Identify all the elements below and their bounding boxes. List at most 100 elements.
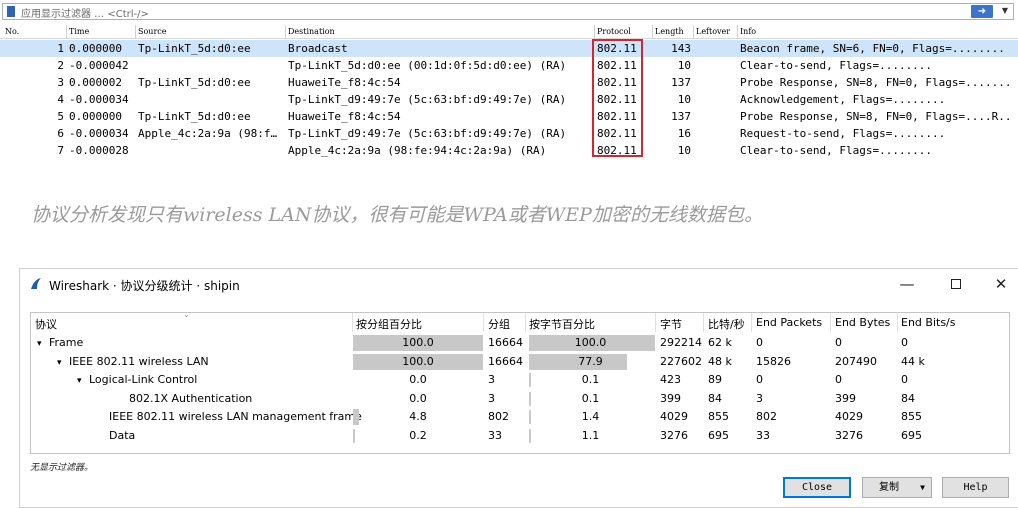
packet-length: 10 [677, 144, 691, 157]
packet-destination: Tp-LinkT_5d:d0:ee (00:1d:0f:5d:d0:ee) (R… [288, 59, 567, 72]
dialog-titlebar[interactable]: Wireshark · 协议分级统计 · shipin — ✕ [20, 269, 1018, 299]
protocol-table-header: 协议 ⌄ 按分组百分比 分组 按字节百分比 字节 比特/秒 End Packet… [31, 310, 1009, 332]
col-header-pct-packets[interactable]: 按分组百分比 [356, 316, 422, 332]
maximize-button[interactable] [941, 274, 971, 294]
bookmark-icon[interactable] [7, 6, 15, 17]
bits-per-sec-value: 695 [708, 428, 729, 442]
packet-row[interactable]: 7 -0.000028 Apple_4c:2a:9a (98:fe:94:4c:2a… [0, 142, 1018, 159]
packet-destination: Tp-LinkT_d9:49:7e (5c:63:bf:d9:49:7e) (R… [288, 127, 567, 140]
end-packets-value: 0 [756, 336, 763, 349]
minimize-button[interactable]: — [892, 274, 922, 294]
packet-no: 4 [57, 93, 64, 106]
packet-info: Probe Response, SN=8, FN=0, Flags=......… [740, 76, 1012, 89]
col-header-info[interactable]: Info [740, 27, 756, 36]
col-header-protocol-name[interactable]: 协议 [35, 316, 57, 332]
packet-row[interactable]: 6 -0.000034 Apple_4c:2a:9a (98:f… Tp-LinkT_… [0, 125, 1018, 142]
col-header-end-packets[interactable]: End Packets [756, 316, 822, 329]
packet-no: 2 [57, 59, 64, 72]
packet-no: 1 [57, 42, 64, 55]
end-bits-value: 695 [901, 428, 922, 442]
col-header-protocol[interactable]: Protocol [597, 27, 631, 36]
packet-row[interactable]: 4 -0.000034 Tp-LinkT_d9:49:7e (5c:63:bf:d9… [0, 91, 1018, 108]
pct-packets-value: 0.0 [409, 373, 427, 386]
help-button[interactable]: Help [942, 477, 1009, 498]
pct-bytes-value: 0.1 [581, 373, 600, 386]
copy-button-label: 复制 [879, 482, 899, 493]
col-header-source[interactable]: Source [138, 27, 167, 36]
pct-bytes-value: 0.1 [581, 391, 600, 405]
packet-length: 16 [677, 127, 691, 140]
pct-packets-value: 100.0 [402, 354, 434, 368]
pct-packets-value: 0.0 [409, 391, 427, 405]
protocol-name: Data [109, 428, 136, 442]
packet-list-header: No. Time Source Destination Protocol Len… [0, 25, 1018, 39]
packet-row[interactable]: 1 0.000000 Tp-LinkT_5d:d0:ee Broadcast 802.1… [0, 40, 1018, 57]
arrow-right-icon[interactable]: ➜ [971, 5, 993, 18]
packet-destination: Apple_4c:2a:9a (98:fe:94:4c:2a:9a) (RA) [288, 144, 547, 157]
packet-time: 0.000002 [69, 76, 122, 89]
expand-toggle-icon[interactable]: ▾ [77, 376, 89, 386]
packet-time: 0.000000 [69, 42, 122, 55]
packet-info: Clear-to-send, Flags=........ [740, 59, 933, 72]
protocol-row[interactable]: IEEE 802.11 wireless LAN management fram… [31, 408, 1009, 426]
chevron-down-icon: ▼ [920, 483, 925, 492]
col-header-end-bits[interactable]: End Bits/s [901, 316, 955, 329]
end-packets-value: 802 [756, 410, 777, 423]
display-filter-placeholder[interactable]: 应用显示过滤器 … <Ctrl-/> [21, 5, 149, 20]
packet-row[interactable]: 2 -0.000042 Tp-LinkT_5d:d0:ee (00:1d:0f:5d… [0, 57, 1018, 74]
col-header-packets[interactable]: 分组 [488, 316, 510, 332]
packet-row[interactable]: 5 0.000000 Tp-LinkT_5d:d0:ee HuaweiTe_f8:4c… [0, 108, 1018, 125]
col-header-no[interactable]: No. [5, 27, 19, 36]
expand-toggle-icon[interactable]: ▾ [37, 339, 49, 349]
packet-no: 6 [57, 127, 64, 140]
packet-info: Request-to-send, Flags=........ [740, 127, 946, 140]
protocol-row[interactable]: ▾ Logical-Link Control 0.0 3 0.1 423 89 0 0 0 [31, 371, 1009, 389]
end-bytes-value: 399 [835, 391, 856, 405]
protocol-row[interactable]: ▾ Frame 100.0 16664 100.0 292214 62 k 0 0 0 [31, 334, 1009, 352]
dialog-title: Wireshark · 协议分级统计 · shipin [49, 279, 240, 293]
close-button[interactable]: Close [783, 477, 851, 498]
col-header-bits-per-sec[interactable]: 比特/秒 [708, 316, 745, 332]
col-header-pct-bytes[interactable]: 按字节百分比 [529, 316, 595, 332]
protocol-highlight-box [592, 39, 643, 157]
packet-length: 137 [671, 76, 691, 89]
display-filter-bar[interactable]: 应用显示过滤器 … <Ctrl-/> ➜ ▼ [2, 3, 1014, 20]
chevron-down-icon[interactable]: ▼ [1002, 6, 1008, 15]
col-header-destination[interactable]: Destination [288, 27, 335, 36]
packets-value: 16664 [488, 336, 523, 349]
close-window-button[interactable]: ✕ [986, 274, 1016, 294]
pct-packets-value: 100.0 [402, 336, 434, 349]
protocol-name: Frame [49, 336, 84, 349]
packet-info: Beacon frame, SN=6, FN=0, Flags=........ [740, 42, 1005, 55]
end-bits-value: 84 [901, 391, 915, 405]
packet-time: -0.000034 [69, 127, 129, 140]
col-header-leftover[interactable]: Leftover [696, 27, 730, 36]
col-header-length[interactable]: Length [655, 27, 684, 36]
protocol-name-cell: IEEE 802.11 wireless LAN management fram… [97, 410, 362, 423]
expand-toggle-icon[interactable]: ▾ [57, 358, 69, 368]
pct-bytes-value: 77.9 [578, 354, 603, 368]
maximize-icon [951, 279, 961, 289]
bytes-value: 3276 [660, 428, 688, 442]
protocol-name-cell: ▾ Frame [37, 336, 83, 349]
packet-time: 0.000000 [69, 110, 122, 123]
protocol-row[interactable]: Data 0.2 33 1.1 3276 695 33 3276 695 [31, 427, 1009, 445]
protocol-row[interactable]: 802.1X Authentication 0.0 3 0.1 399 84 3 399 84 [31, 390, 1009, 408]
copy-button[interactable]: 复制 ▼ [862, 477, 932, 498]
col-header-end-bytes[interactable]: End Bytes [835, 316, 890, 329]
protocol-row[interactable]: ▾ IEEE 802.11 wireless LAN 100.0 16664 77.9 2… [31, 353, 1009, 371]
protocol-name: IEEE 802.11 wireless LAN [69, 354, 209, 368]
col-header-bytes[interactable]: 字节 [660, 316, 682, 332]
pct-bytes-value: 100.0 [574, 336, 607, 349]
pct-packets-value: 4.8 [409, 410, 427, 423]
packet-length: 10 [677, 59, 691, 72]
col-header-time[interactable]: Time [69, 27, 89, 36]
caption-text: 协议分析发现只有wireless LAN协议，很有可能是WPA或者WEP加密的无… [31, 204, 763, 226]
end-bytes-value: 0 [835, 336, 842, 349]
bytes-value: 423 [660, 373, 681, 386]
packet-row[interactable]: 3 0.000002 Tp-LinkT_5d:d0:ee HuaweiTe_f8:4c… [0, 74, 1018, 91]
end-bytes-value: 3276 [835, 428, 863, 442]
protocol-name-cell: Data [97, 429, 135, 442]
packet-time: -0.000034 [69, 93, 129, 106]
packets-value: 3 [488, 391, 495, 405]
